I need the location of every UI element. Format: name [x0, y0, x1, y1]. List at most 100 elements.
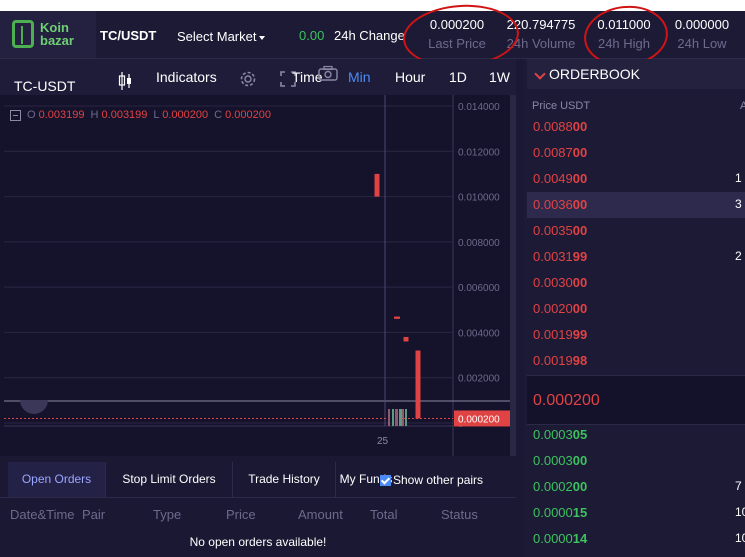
- low-stat: 0.000000 24h Low: [668, 17, 736, 51]
- orderbook-amount-header: A: [740, 100, 745, 112]
- order-price-tail: 00: [572, 453, 588, 468]
- order-amount: 7: [735, 479, 742, 493]
- volume-bar: [388, 409, 390, 426]
- order-price: 0.008700: [533, 145, 587, 160]
- buy-order-row[interactable]: 0.000014 10: [527, 526, 745, 552]
- order-price: 0.003000: [533, 275, 587, 290]
- collapse-legend-icon[interactable]: [10, 109, 21, 121]
- sell-order-row[interactable]: 0.003199 2: [527, 244, 745, 270]
- order-price-main: 0.0020: [533, 301, 573, 316]
- low-label: 24h Low: [677, 36, 727, 51]
- sell-order-row[interactable]: 0.004900 1: [527, 166, 745, 192]
- volume-bar: [395, 409, 398, 426]
- camera-icon[interactable]: [318, 65, 338, 81]
- order-price-tail: 15: [572, 505, 588, 520]
- interval-1d[interactable]: 1D: [449, 69, 467, 85]
- chart-scrollbar: [510, 95, 516, 456]
- orderbook-header[interactable]: ORDERBOOK: [527, 59, 745, 89]
- order-price: 0.002000: [533, 301, 587, 316]
- current-pair: TC/USDT: [100, 28, 157, 43]
- y-tick-label: 0.006000: [458, 283, 500, 294]
- sell-order-row[interactable]: 0.003600 3: [527, 192, 745, 218]
- sell-order-row[interactable]: 0.001998: [527, 348, 745, 374]
- chevron-down-icon: [534, 68, 546, 80]
- y-tick-label: 0.008000: [458, 238, 500, 249]
- y-tick-label: 0.004000: [458, 328, 500, 339]
- order-price: 0.000305: [533, 427, 587, 442]
- change-label: 24h Change: [334, 28, 405, 43]
- col-price: Price: [226, 507, 256, 522]
- select-market-label: Select Market: [177, 29, 257, 44]
- col-date-time: Date&Time: [10, 507, 75, 522]
- order-price-main: 0.0088: [533, 119, 573, 134]
- order-amount: 10: [735, 531, 745, 545]
- interval-hour[interactable]: Hour: [395, 69, 425, 85]
- koinbazar-logo-icon: [12, 20, 34, 48]
- order-price: 0.001998: [533, 353, 587, 368]
- order-amount: 2: [735, 249, 742, 263]
- sell-order-row[interactable]: 0.008700: [527, 140, 745, 166]
- order-price-main: 0.0000: [533, 531, 573, 546]
- orderbook-title: ORDERBOOK: [549, 66, 641, 82]
- order-price: 0.000015: [533, 505, 587, 520]
- show-other-pairs-label: Show other pairs: [393, 473, 484, 487]
- order-price-main: 0.0036: [533, 197, 573, 212]
- tab-open-orders[interactable]: Open Orders: [8, 462, 106, 497]
- ohlc-open: 0.003199: [38, 109, 85, 121]
- orderbook-panel: ORDERBOOK Price USDT A 0.008800 0.008700 0…: [524, 59, 745, 557]
- buy-order-row[interactable]: 0.000200 7: [527, 474, 745, 500]
- order-price-main: 0.0003: [533, 427, 573, 442]
- volume-bar: [405, 409, 407, 426]
- indicators-button[interactable]: Indicators: [156, 69, 217, 85]
- order-price-main: 0.0000: [533, 505, 573, 520]
- current-price-label: 0.000200: [458, 414, 500, 425]
- order-price: 0.008800: [533, 119, 587, 134]
- volume-bar: [392, 409, 394, 426]
- checkbox-checked-icon[interactable]: [380, 475, 391, 487]
- order-price-tail: 00: [572, 145, 588, 160]
- order-price-tail: 99: [572, 327, 588, 342]
- order-price-tail: 05: [572, 427, 588, 442]
- order-price-main: 0.0003: [533, 453, 573, 468]
- tab-trade-history[interactable]: Trade History: [233, 462, 336, 497]
- empty-orders-message: No open orders available!: [189, 535, 327, 549]
- col-type: Type: [153, 507, 182, 522]
- order-amount: 3: [735, 197, 742, 211]
- order-price: 0.000200: [533, 479, 587, 494]
- interval-min[interactable]: Min: [348, 69, 371, 85]
- logo[interactable]: Koin bazar: [0, 11, 96, 58]
- order-price-main: 0.0019: [533, 327, 573, 342]
- sell-order-row[interactable]: 0.002000: [527, 296, 745, 322]
- tab-stop-limit-orders[interactable]: Stop Limit Orders: [106, 462, 233, 497]
- order-price-main: 0.0087: [533, 145, 573, 160]
- order-price-main: 0.0031: [533, 249, 573, 264]
- y-tick-label: 0.002000: [458, 374, 500, 385]
- buy-order-row[interactable]: 0.000300: [527, 448, 745, 474]
- ohlc-close-label: C: [214, 109, 223, 121]
- ohlc-close: 0.000200: [225, 109, 271, 121]
- candles-icon[interactable]: [118, 72, 132, 90]
- candle-body: [403, 336, 409, 342]
- show-other-pairs-toggle[interactable]: Show other pairs: [380, 473, 483, 487]
- orderbook-last-price: 0.000200: [527, 375, 745, 425]
- sell-order-row[interactable]: 0.001999: [527, 322, 745, 348]
- change-value: 0.00: [299, 28, 325, 43]
- ohlc-high-label: H: [90, 109, 99, 121]
- candle-body: [394, 316, 400, 319]
- buy-order-row[interactable]: 0.000305: [527, 422, 745, 448]
- interval-1w[interactable]: 1W: [489, 69, 510, 85]
- gear-icon[interactable]: [238, 69, 258, 89]
- price-chart[interactable]: 0.014000 0.012000 0.010000 0.008000 0.006000…: [0, 59, 516, 456]
- sell-order-row[interactable]: 0.008800: [527, 114, 745, 140]
- order-price-tail: 99: [572, 249, 588, 264]
- orders-panel: Open Orders Stop Limit Orders Trade Hist…: [0, 462, 516, 557]
- order-price-tail: 00: [572, 275, 588, 290]
- logo-text-line2: bazar: [40, 33, 74, 48]
- buy-order-row[interactable]: 0.000015 10: [527, 500, 745, 526]
- order-price-main: 0.0030: [533, 275, 573, 290]
- col-total: Total: [370, 507, 398, 522]
- sell-order-row[interactable]: 0.003500: [527, 218, 745, 244]
- order-price-tail: 14: [572, 531, 588, 546]
- sell-order-row[interactable]: 0.003000: [527, 270, 745, 296]
- select-market-dropdown[interactable]: Select Market: [177, 29, 266, 44]
